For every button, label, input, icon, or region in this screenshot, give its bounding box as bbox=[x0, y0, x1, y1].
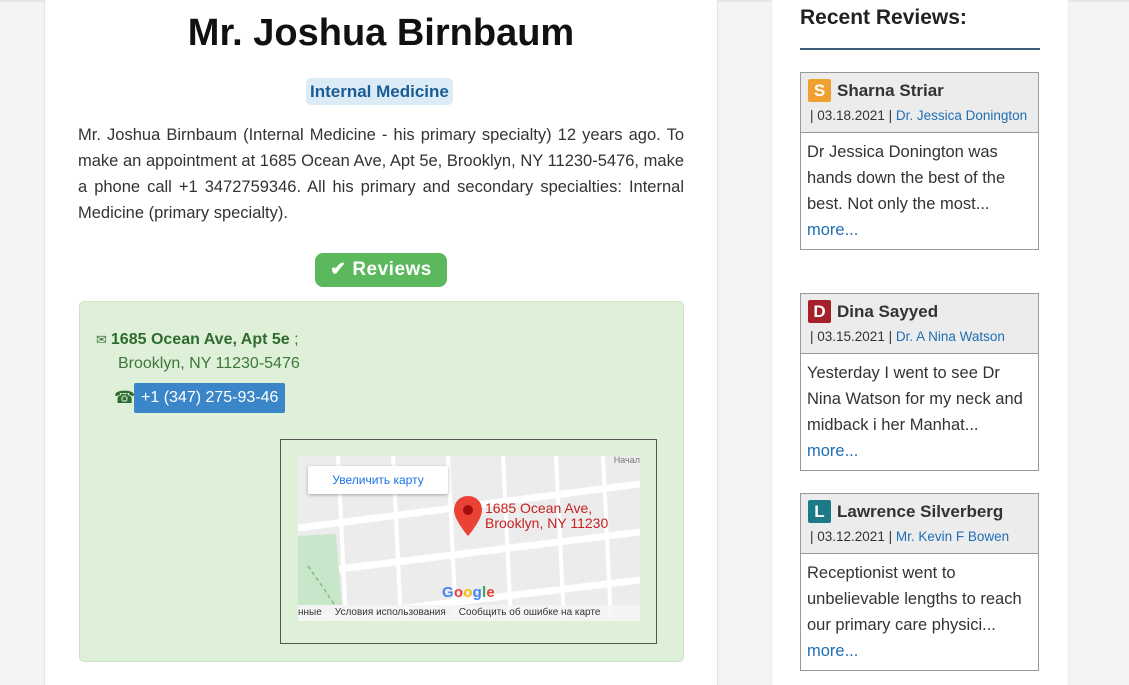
review-excerpt: Yesterday I went to see Dr Nina Watson f… bbox=[801, 354, 1038, 470]
map-footer: нные Условия использования Сообщить об оши… bbox=[298, 605, 640, 621]
address-city-line: Brooklyn, NY 11230-5476 bbox=[118, 355, 300, 372]
review-card-header: L Lawrence Silverberg | 03.12.2021 | Mr.… bbox=[801, 494, 1038, 554]
envelope-icon: ✉ bbox=[96, 332, 107, 347]
review-excerpt-text: Dr Jessica Donington was hands down the … bbox=[807, 143, 1006, 213]
reviewer-row: L Lawrence Silverberg bbox=[808, 500, 1032, 523]
reviewed-doctor-link[interactable]: Dr. A Nina Watson bbox=[896, 329, 1005, 344]
map-frame: Увеличить карту Начал 1685 Ocean Ave, Br… bbox=[280, 439, 657, 644]
review-excerpt-text: Receptionist went to unbelievable length… bbox=[807, 564, 1022, 634]
contact-box: ✉ 1685 Ocean Ave, Apt 5e ; Brooklyn, NY 1… bbox=[79, 301, 684, 662]
review-card: D Dina Sayyed | 03.15.2021 | Dr. A Nina … bbox=[800, 293, 1039, 471]
phone-button[interactable]: +1 (347) 275-93-46 bbox=[134, 383, 286, 413]
address-line-1: ✉ 1685 Ocean Ave, Apt 5e ; bbox=[96, 331, 299, 349]
phone-row: ☎ +1 (347) 275-93-46 bbox=[114, 383, 286, 413]
review-card-header: D Dina Sayyed | 03.15.2021 | Dr. A Nina … bbox=[801, 294, 1038, 354]
more-link[interactable]: more... bbox=[807, 642, 858, 660]
reviewed-doctor-link[interactable]: Dr. Jessica Donington bbox=[896, 108, 1027, 123]
page-title: Mr. Joshua Birnbaum bbox=[187, 12, 575, 54]
review-meta: | 03.15.2021 | Dr. A Nina Watson bbox=[808, 326, 1032, 347]
recent-reviews-heading: Recent Reviews: bbox=[800, 6, 967, 29]
more-link[interactable]: more... bbox=[807, 442, 858, 460]
specialty-badge[interactable]: Internal Medicine bbox=[306, 78, 453, 105]
review-card: L Lawrence Silverberg | 03.12.2021 | Mr.… bbox=[800, 493, 1039, 671]
review-excerpt-text: Yesterday I went to see Dr Nina Watson f… bbox=[807, 364, 1023, 434]
reviewer-name: Dina Sayyed bbox=[837, 301, 939, 321]
review-meta: | 03.12.2021 | Mr. Kevin F Bowen bbox=[808, 526, 1032, 547]
google-logo: Google bbox=[442, 584, 495, 601]
review-date: | 03.15.2021 | bbox=[810, 329, 893, 344]
map-report-link[interactable]: Сообщить об ошибке на карте bbox=[459, 607, 601, 618]
street-address: 1685 Ocean Ave, Apt 5e bbox=[110, 331, 290, 348]
reviewer-row: S Sharna Striar bbox=[808, 79, 1032, 102]
reviewer-avatar: D bbox=[808, 300, 831, 323]
review-excerpt: Receptionist went to unbelievable length… bbox=[801, 554, 1038, 670]
map-pin-label-line1: 1685 Ocean Ave, bbox=[485, 500, 593, 516]
reviews-button[interactable]: ✔ Reviews bbox=[315, 253, 447, 287]
review-date: | 03.12.2021 | bbox=[810, 529, 893, 544]
reviewer-name: Lawrence Silverberg bbox=[837, 501, 1004, 521]
heading-divider bbox=[800, 48, 1040, 50]
address-separator: ; bbox=[289, 331, 299, 348]
reviewed-doctor-link[interactable]: Mr. Kevin F Bowen bbox=[896, 529, 1009, 544]
review-card-header: S Sharna Striar | 03.18.2021 | Dr. Jessi… bbox=[801, 73, 1038, 133]
reviewer-row: D Dina Sayyed bbox=[808, 300, 1032, 323]
doctor-description: Mr. Joshua Birnbaum (Internal Medicine -… bbox=[78, 126, 684, 222]
reviewer-name: Sharna Striar bbox=[837, 80, 944, 100]
reviewer-avatar: S bbox=[808, 79, 831, 102]
map-data-link[interactable]: нные bbox=[298, 607, 322, 618]
review-date: | 03.18.2021 | bbox=[810, 108, 893, 123]
review-excerpt: Dr Jessica Donington was hands down the … bbox=[801, 133, 1038, 249]
reviewer-avatar: L bbox=[808, 500, 831, 523]
map-embed[interactable]: Увеличить карту Начал 1685 Ocean Ave, Br… bbox=[298, 456, 640, 621]
review-meta: | 03.18.2021 | Dr. Jessica Donington bbox=[808, 105, 1032, 126]
enlarge-map-button[interactable]: Увеличить карту bbox=[308, 466, 448, 494]
review-card: S Sharna Striar | 03.18.2021 | Dr. Jessi… bbox=[800, 72, 1039, 250]
map-pin-label-line2: Brooklyn, NY 11230 bbox=[485, 515, 609, 531]
more-link[interactable]: more... bbox=[807, 221, 858, 239]
phone-icon: ☎ bbox=[114, 388, 136, 407]
map-corner-label: Начал bbox=[613, 456, 640, 465]
map-pin-icon[interactable] bbox=[454, 496, 482, 536]
map-pin-label: 1685 Ocean Ave, Brooklyn, NY 11230 bbox=[485, 501, 608, 531]
map-terms-link[interactable]: Условия использования bbox=[335, 607, 446, 618]
